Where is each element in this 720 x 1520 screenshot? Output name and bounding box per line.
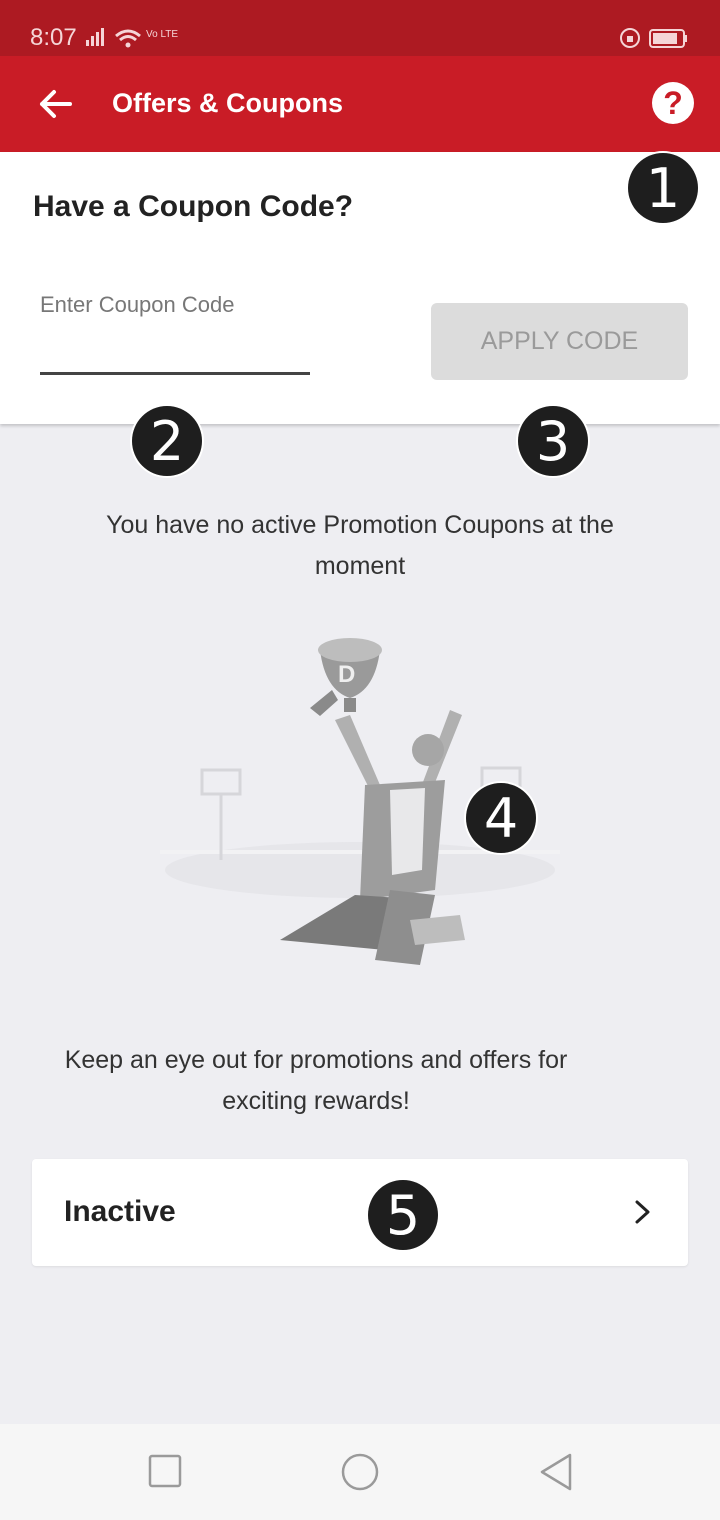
coupon-card: Have a Coupon Code? Enter Coupon Code AP… <box>0 152 720 424</box>
battery-icon <box>620 28 687 48</box>
back-button[interactable] <box>34 84 78 124</box>
svg-text:Vo LTE: Vo LTE <box>146 29 178 40</box>
status-bar: 8:07 Vo LTE <box>0 0 720 56</box>
status-icons: Vo LTE <box>86 26 178 55</box>
marker-4: 4 <box>466 783 536 853</box>
system-nav-bar <box>0 1424 720 1520</box>
arrow-left-icon <box>40 90 72 118</box>
circle-icon[interactable] <box>340 1452 380 1492</box>
coupon-input-label: Enter Coupon Code <box>40 292 235 317</box>
signal-wifi-icon: Vo LTE <box>86 28 178 48</box>
triangle-back-icon[interactable] <box>536 1452 576 1492</box>
status-time: 8:07 <box>30 24 77 51</box>
question-icon: ? <box>663 84 683 121</box>
marker-5: 5 <box>368 1180 438 1250</box>
empty-state-message: You have no active Promotion Coupons at … <box>106 511 614 580</box>
apply-code-button[interactable]: APPLY CODE <box>431 303 688 380</box>
status-right <box>620 26 690 55</box>
help-button[interactable]: ? <box>652 82 694 124</box>
marker-1: 1 <box>628 153 698 223</box>
coupon-code-input[interactable] <box>40 332 310 375</box>
inactive-row[interactable]: Inactive <box>32 1159 688 1266</box>
square-icon[interactable] <box>146 1452 186 1492</box>
inactive-label: Inactive <box>64 1195 176 1228</box>
svg-text:D: D <box>338 661 355 688</box>
coupon-heading: Have a Coupon Code? <box>33 190 354 223</box>
marker-3: 3 <box>518 406 588 476</box>
app-bar: Offers & Coupons ? <box>0 56 720 152</box>
chevron-right-icon <box>635 1200 650 1224</box>
page-title: Offers & Coupons <box>112 88 344 118</box>
marker-2: 2 <box>132 406 202 476</box>
promotions-subtext: Keep an eye out for promotions and offer… <box>64 1046 568 1115</box>
